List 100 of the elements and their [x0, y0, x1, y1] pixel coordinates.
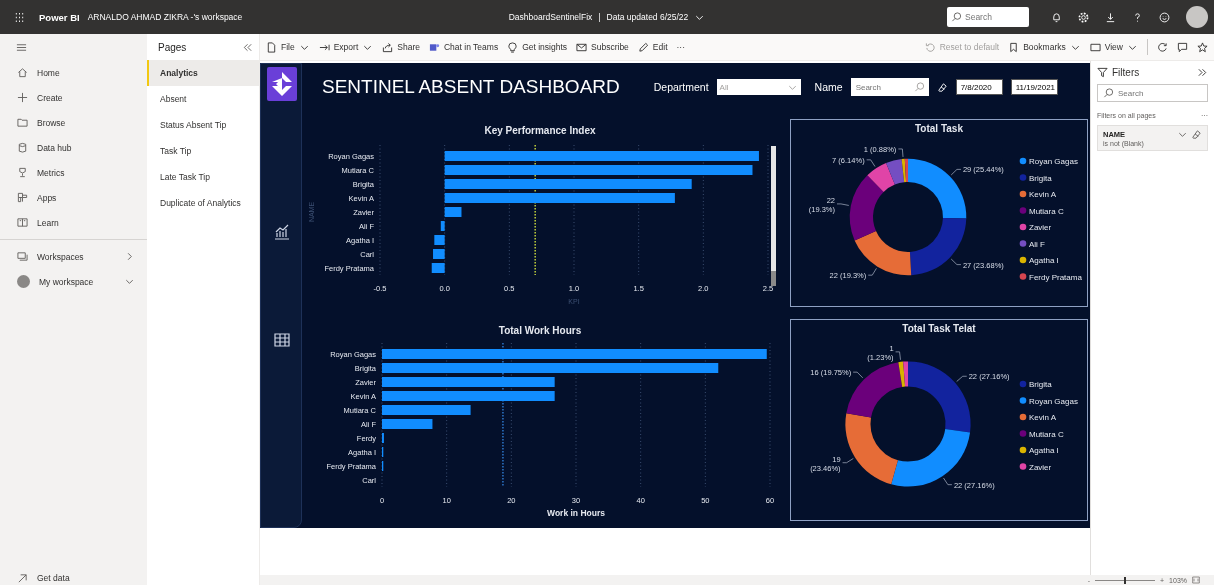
legend-label: Ferdy Pratama [1029, 272, 1082, 282]
legend-label: Brigita [1029, 380, 1052, 389]
nav-label: Metrics [37, 167, 65, 178]
nav-label: Home [37, 67, 60, 78]
page-tab[interactable]: Task Tip [147, 138, 259, 164]
home-icon [17, 67, 28, 78]
toolbar-label: Share [397, 42, 420, 52]
legend-label: Royan Gagas [1029, 396, 1078, 406]
chart-icon[interactable] [274, 224, 290, 240]
toolbar-button[interactable]: File [266, 41, 310, 53]
chart-title: Key Performance Index [484, 125, 596, 136]
legend-label: Ali F [1029, 239, 1045, 249]
end-date-field[interactable]: 11/19/2021 [1010, 79, 1058, 95]
toolbar-button[interactable]: Subscribe [576, 41, 629, 53]
nav-item[interactable]: Browse [0, 110, 147, 135]
page-tab[interactable]: Absent [147, 86, 259, 112]
nav-item[interactable]: Home [0, 60, 147, 85]
pages-title: Pages [158, 41, 187, 53]
workspace-name[interactable]: ARNALDO AHMAD ZIKRA -'s workspace [87, 12, 243, 22]
leader-line [842, 458, 854, 464]
app-launcher-icon [14, 11, 25, 23]
chart-title: Total Task [915, 123, 963, 134]
filter-label: Department [653, 81, 709, 93]
nav-item[interactable]: My workspace [0, 269, 147, 294]
leader-line [895, 351, 901, 361]
legend-label: Zavier [1029, 462, 1052, 472]
legend-label: Brigita [1029, 173, 1052, 183]
nav-item[interactable]: Workspaces [0, 244, 147, 269]
legend-label: Mutiara C [1029, 429, 1064, 439]
page-tab[interactable]: Duplicate of Analytics [147, 190, 259, 216]
toolbar-label: File [281, 42, 295, 52]
nav-item[interactable]: Learn [0, 210, 147, 235]
toolbar-label: Get insights [522, 42, 568, 52]
trophy-icon [17, 167, 28, 178]
name-search-field[interactable]: Search [850, 78, 929, 96]
toolbar-button[interactable]: Bookmarks [1008, 41, 1081, 53]
nav-item[interactable]: Data hub [0, 135, 147, 160]
nav-label: Data hub [37, 142, 72, 153]
scrollbar[interactable] [771, 146, 776, 286]
lightbulb-icon [507, 41, 519, 53]
report-name: DashboardSentinelFix [508, 12, 593, 22]
avatar[interactable] [1186, 6, 1208, 28]
toolbar-button[interactable]: Get insights [507, 41, 568, 53]
filter-search-field[interactable]: Search [1097, 84, 1208, 102]
toolbar-label: Subscribe [591, 42, 629, 52]
nav-item[interactable]: Create [0, 85, 147, 110]
nav-item[interactable]: Metrics [0, 160, 147, 185]
bar [431, 263, 445, 273]
app-name: Power BI [39, 11, 80, 23]
more-button[interactable]: ··· [676, 42, 685, 52]
expand-icon [1197, 67, 1208, 78]
settings-icon [1078, 11, 1089, 23]
apps-icon [17, 192, 28, 203]
toolbar-label: Reset to default [939, 42, 1000, 52]
envelope-icon [576, 41, 588, 53]
nav-item[interactable]: Apps [0, 185, 147, 210]
legend-label: Agatha I [1029, 256, 1059, 265]
legend-label: Agatha I [1029, 446, 1059, 455]
separator: | [598, 12, 601, 22]
book-icon [17, 217, 28, 228]
nav-label: Get data [37, 573, 70, 583]
nav-label: Workspaces [37, 251, 85, 262]
leader-line [898, 148, 904, 158]
page-tab[interactable]: Late Task Tip [147, 164, 259, 190]
share-icon [382, 41, 394, 53]
avatar [17, 275, 30, 288]
bar [444, 207, 462, 217]
chart-title: Total Task Telat [902, 323, 976, 334]
leader-line [867, 268, 877, 276]
plus-icon [17, 92, 28, 103]
logo-icon [267, 67, 297, 101]
get-data-link[interactable]: Get data [0, 571, 147, 585]
toolbar-button[interactable]: View [1089, 41, 1138, 53]
eraser-icon [936, 81, 948, 93]
start-date-field[interactable]: 7/8/2020 [955, 79, 1003, 95]
filter-label: Name [814, 81, 843, 93]
toolbar-label: Chat in Teams [443, 42, 499, 52]
toolbar-button[interactable]: Share [382, 41, 420, 53]
leader-line [956, 375, 968, 382]
page-tab[interactable]: Analytics [147, 60, 259, 86]
toolbar-button[interactable]: Export [318, 41, 374, 53]
search-field[interactable]: Search [947, 7, 1029, 27]
pencil-icon [637, 41, 649, 53]
table-icon[interactable] [274, 332, 290, 348]
bar [382, 419, 433, 429]
page-tab[interactable]: Status Absent Tip [147, 112, 259, 138]
legend-label: Kevin A [1029, 413, 1057, 422]
nav-label: Browse [37, 117, 66, 128]
folder-icon [17, 117, 28, 128]
toolbar-label: View [1104, 42, 1123, 52]
arrow-icon [17, 572, 28, 584]
comment-icon [1177, 41, 1188, 53]
star-icon [1197, 41, 1208, 53]
toolbar-button[interactable]: Chat in Teams [428, 41, 499, 53]
leader-line [866, 159, 876, 167]
legend-label: Royan Gagas [1029, 157, 1078, 166]
toolbar-button[interactable]: Edit [637, 41, 668, 53]
smiley-icon [1159, 11, 1170, 23]
search-icon [913, 81, 925, 93]
data-updated[interactable]: Data updated 6/25/22 [606, 12, 689, 22]
